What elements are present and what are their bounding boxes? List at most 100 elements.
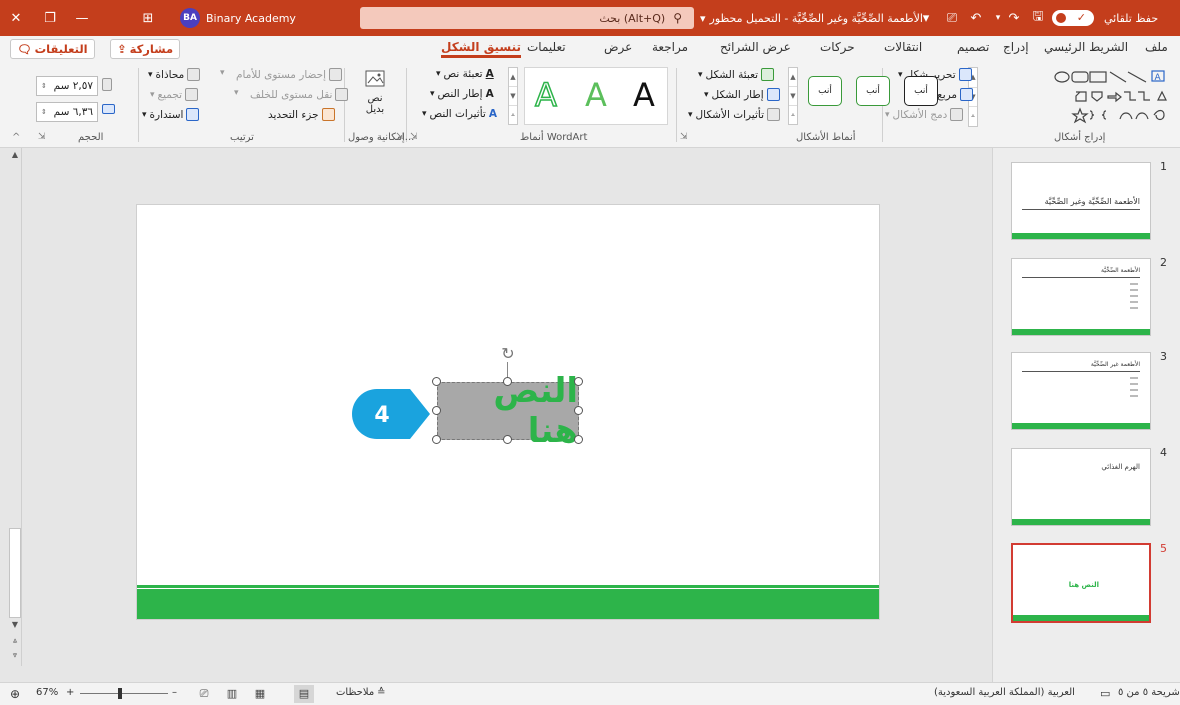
minimize-icon[interactable]: — [68, 0, 96, 36]
send-backward-dropdown[interactable]: ▾ [234, 88, 239, 98]
shape-fill-button[interactable]: ▾ تعبئة الشكل [698, 68, 775, 81]
shapes-gallery[interactable]: A ▲▼⩡ [968, 67, 1176, 127]
shape-styles-scroll[interactable]: ▲ ▼ ⩡ [788, 67, 798, 125]
scroll-down-icon[interactable]: ▼ [8, 618, 22, 632]
language-indicator[interactable]: العربية (المملكة العربية السعودية) [934, 687, 1075, 698]
group-button[interactable]: ▾ تجميع [150, 88, 199, 101]
notes-button[interactable]: ملاحظات ≙ [336, 687, 386, 698]
tab-help[interactable]: تعليمات [527, 40, 566, 54]
slide-thumbnail-4[interactable]: الهرم الغذائي [1011, 448, 1151, 526]
accessibility-launcher-icon[interactable]: ⇲ [396, 132, 404, 142]
resize-handle[interactable] [574, 435, 583, 444]
slide-thumbnail-1[interactable]: الأطعمة الصِّحِّيَّة وغير الصِّحِّيَّة [1011, 162, 1151, 240]
fit-slide-icon[interactable]: ⊕ [10, 687, 20, 701]
text-box-icon [960, 88, 974, 101]
spinner-icon[interactable]: ⇕ [41, 108, 47, 116]
zoom-in-button[interactable]: + [66, 687, 74, 698]
spinner-icon[interactable]: ⇕ [41, 82, 47, 90]
slide-thumbnail-2[interactable]: الأطعمة الصِّحِّيَّة [1011, 258, 1151, 336]
selection-pane-icon [321, 108, 335, 121]
zoom-out-button[interactable]: – [172, 687, 177, 698]
tab-transitions[interactable]: انتقالات [884, 40, 922, 54]
scroll-thumb[interactable] [9, 528, 21, 618]
shape-style-black[interactable]: أنب [904, 76, 938, 106]
wordart-scroll[interactable]: ▲ ▼ ⩡ [508, 67, 518, 125]
bring-forward-button[interactable]: إحضار مستوى للأمام [236, 68, 343, 81]
size-launcher-icon[interactable]: ⇲ [38, 132, 46, 142]
wordart-gallery[interactable]: A A A [524, 67, 668, 125]
slideshow-view-icon[interactable]: ⎚ [194, 685, 214, 703]
selection-pane-button[interactable]: جزء التحديد [268, 108, 335, 121]
group-label-shape-styles: أنماط الأشكال [796, 132, 856, 143]
resize-handle[interactable] [432, 435, 441, 444]
vertical-scrollbar[interactable]: ▲ ▼ ⩓ ⩔ [8, 148, 22, 666]
shape-styles-launcher-icon[interactable]: ⇲ [680, 132, 688, 142]
reading-view-icon[interactable]: ▥ [222, 685, 242, 703]
slide-footer-line [137, 585, 879, 588]
accessibility-check-icon[interactable]: ▭ [1100, 687, 1110, 700]
tab-shape-format[interactable]: تنسيق الشكل [441, 40, 522, 58]
wordart-style-outline[interactable]: A [534, 75, 557, 115]
selected-text-box[interactable]: النص هنا [437, 371, 579, 451]
slide-thumbnail-3[interactable]: الأطعمة غير الصِّحِّيَّة [1011, 352, 1151, 430]
normal-view-icon[interactable]: ▤ [294, 685, 314, 703]
resize-handle[interactable] [574, 377, 583, 386]
text-box-content[interactable]: النص هنا [438, 371, 578, 451]
zoom-level[interactable]: 67% [36, 687, 58, 698]
merge-shapes-button[interactable]: ▾ دمج الأشكال [885, 108, 964, 121]
shape-style-green-2[interactable]: أنب [808, 76, 842, 106]
tab-animations[interactable]: حركات [820, 40, 855, 54]
save-icon[interactable]: 🖫 [1024, 0, 1052, 36]
scroll-up-icon: ▲ [509, 68, 517, 87]
text-fill-button[interactable]: ▾ تعبئة نص A [436, 68, 494, 80]
comments-button[interactable]: 🗨 التعليقات [10, 39, 95, 59]
document-title[interactable]: ▾ الأطعمة الصِّحِّيَّة وغير الصِّحِّيَّة… [700, 0, 923, 36]
close-icon[interactable]: ✕ [2, 0, 30, 36]
customize-qat-icon[interactable]: ▾ [912, 0, 940, 36]
alt-text-button[interactable]: نص بديل [360, 68, 390, 115]
scroll-up-icon[interactable]: ▲ [8, 148, 22, 162]
align-button[interactable]: ▾ محاذاة [148, 68, 201, 81]
zoom-slider[interactable] [80, 693, 168, 694]
resize-handle[interactable] [432, 377, 441, 386]
zoom-slider-thumb[interactable] [118, 688, 122, 699]
slide-sorter-icon[interactable]: ▦ [250, 685, 270, 703]
next-slide-icon[interactable]: ⩔ [8, 648, 22, 662]
shape-style-green-1[interactable]: أنب [856, 76, 890, 106]
rotate-handle-icon[interactable]: ↻ [498, 344, 518, 364]
search-box[interactable]: بحث (Alt+Q) ⚲ [360, 7, 694, 29]
tab-review[interactable]: مراجعة [652, 40, 688, 54]
text-effects-button[interactable]: ▾ تأثيرات النص A [422, 108, 497, 120]
ribbon-display-icon[interactable]: ⊞ [134, 0, 162, 36]
tab-home[interactable]: الشريط الرئيسي [1044, 40, 1128, 54]
wordart-style-green[interactable]: A [585, 76, 607, 114]
resize-handle[interactable] [432, 406, 441, 415]
text-fill-icon: A [485, 68, 494, 80]
wordart-style-black[interactable]: A [633, 76, 655, 114]
slide-thumbnail-5[interactable]: النص هنا [1011, 543, 1151, 623]
restore-icon[interactable]: ❐ [36, 0, 64, 36]
tab-slideshow[interactable]: عرض الشرائح [720, 40, 791, 54]
shape-outline-button[interactable]: ▾ إطار الشكل [704, 88, 780, 101]
rotate-button[interactable]: ▾ استدارة [142, 108, 200, 121]
send-backward-button[interactable]: نقل مستوى للخلف [250, 88, 349, 101]
previous-slide-icon[interactable]: ⩓ [8, 634, 22, 648]
resize-handle[interactable] [503, 435, 512, 444]
tab-design[interactable]: تصميم [957, 40, 989, 54]
text-outline-button[interactable]: ▾ إطار النص A [430, 88, 494, 100]
autosave-toggle[interactable]: ✓ [1052, 0, 1094, 36]
shape-effects-button[interactable]: ▾ تأثيرات الأشكال [688, 108, 781, 121]
account-area[interactable]: BA Binary Academy [180, 0, 296, 36]
resize-handle[interactable] [574, 406, 583, 415]
bring-forward-dropdown[interactable]: ▾ [220, 68, 225, 78]
collapse-ribbon-icon[interactable]: ^ [12, 132, 20, 143]
step-callout: 4 [352, 389, 430, 439]
shape-width-input[interactable]: ⇕ ٦,٣٦ سم [36, 102, 98, 122]
tab-file[interactable]: ملف [1145, 40, 1168, 54]
tab-insert[interactable]: إدراج [1003, 40, 1029, 54]
resize-handle[interactable] [503, 377, 512, 386]
ribbon-tabs: 🗨 التعليقات ⇪ مشاركة تنسيق الشكل تعليمات… [0, 36, 1180, 62]
shape-height-input[interactable]: ⇕ ٢,٥٧ سم [36, 76, 98, 96]
tab-view[interactable]: عرض [604, 40, 632, 54]
share-button[interactable]: ⇪ مشاركة [110, 39, 181, 59]
